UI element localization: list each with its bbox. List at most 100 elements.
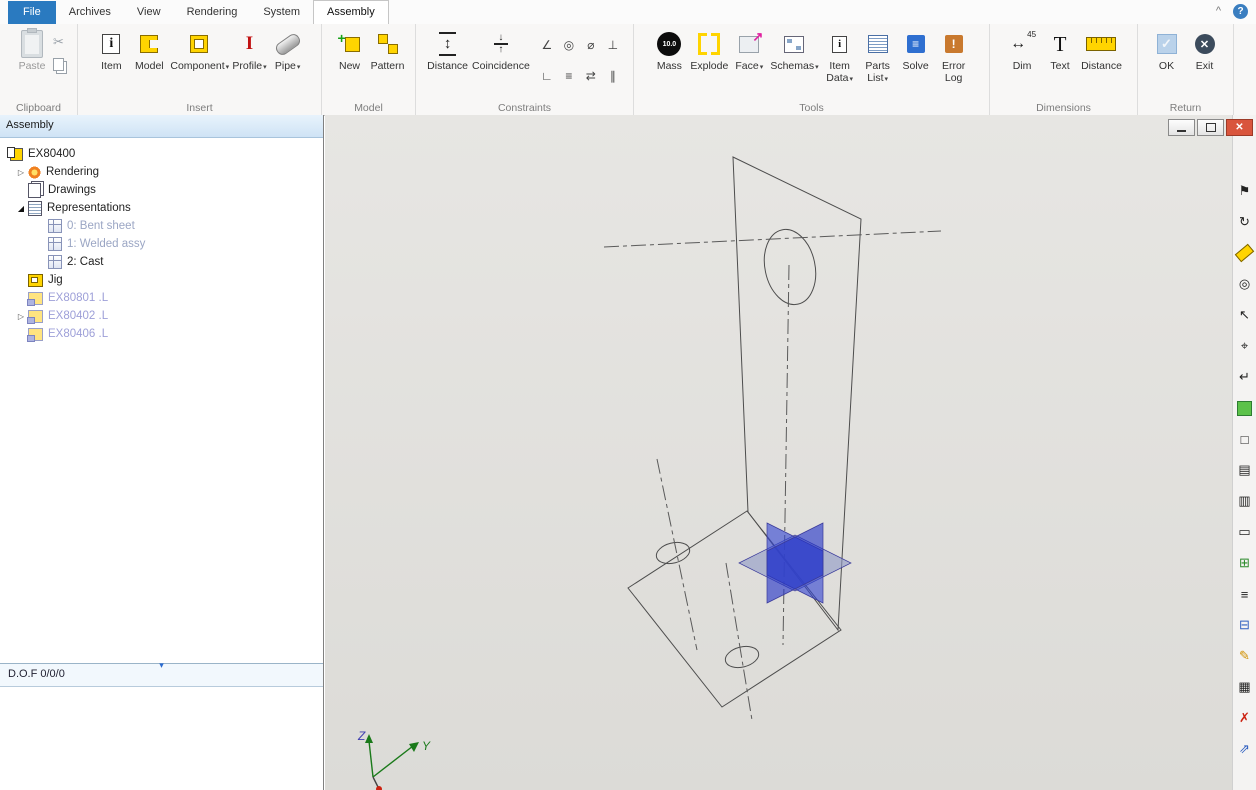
swap-constraint-icon[interactable]: ⇄	[586, 69, 596, 83]
board-icon[interactable]	[1235, 398, 1255, 418]
target-icon[interactable]: ⌖	[1235, 336, 1255, 356]
ok-button[interactable]: ✓ OK	[1148, 27, 1186, 97]
clipboard-icon[interactable]: ⊟	[1235, 615, 1255, 635]
insert-box-icon[interactable]: ⊞	[1235, 553, 1255, 573]
y-axis-arrowhead	[409, 742, 419, 752]
error-log-label: Error Log	[937, 60, 971, 84]
chevron-right-icon[interactable]: ▷	[14, 312, 28, 321]
delete-icon[interactable]: ✗	[1235, 708, 1255, 728]
tab-assembly[interactable]: Assembly	[313, 0, 389, 25]
ruler-dim-icon	[1086, 37, 1116, 51]
chevron-expanded-icon[interactable]: ◢	[14, 204, 28, 213]
dim-button[interactable]: ↔45 Dim	[1003, 27, 1041, 97]
mass-button[interactable]: 10.0 Mass	[650, 27, 688, 97]
solve-button[interactable]: ≡ Solve	[897, 27, 935, 97]
document-window-controls: ✕	[1168, 119, 1253, 136]
notes-icon[interactable]: ≡	[1235, 584, 1255, 604]
minimize-button[interactable]	[1168, 119, 1195, 136]
text-button[interactable]: T Text	[1041, 27, 1079, 97]
tree-item-drawings[interactable]: Drawings	[0, 181, 323, 199]
tree-item-root[interactable]: EX80400	[0, 145, 323, 163]
model-icon	[140, 35, 158, 53]
component-button[interactable]: Component▾	[168, 27, 230, 97]
text-label: Text	[1050, 60, 1069, 72]
model-button[interactable]: Model	[130, 27, 168, 97]
copy-button[interactable]	[53, 58, 64, 71]
collapse-ribbon-icon[interactable]: ^	[1216, 3, 1221, 19]
return-arrow-icon[interactable]: ↵	[1235, 367, 1255, 387]
box-icon[interactable]: □	[1235, 429, 1255, 449]
error-log-button[interactable]: ! Error Log	[935, 27, 973, 97]
right-angle-constraint-icon[interactable]: ∟	[541, 69, 553, 83]
transform-icon[interactable]: ⇗	[1235, 739, 1255, 759]
dim-distance-button[interactable]: Distance	[1079, 27, 1124, 97]
cut-button[interactable]: ✂	[53, 34, 64, 50]
3d-viewport[interactable]: Z Y	[325, 115, 1232, 790]
tab-system[interactable]: System	[250, 1, 313, 24]
tree-item-rep-cast[interactable]: 2: Cast	[0, 253, 323, 271]
schemas-icon	[784, 36, 804, 53]
tree-item-representations[interactable]: ◢ Representations	[0, 199, 323, 217]
tree-item-ex80801[interactable]: EX80801 .L	[0, 289, 323, 307]
tree-item-rep-welded-assy[interactable]: 1: Welded assy	[0, 235, 323, 253]
y-axis-label: Y	[422, 739, 431, 753]
tree-item-rendering[interactable]: ▷ Rendering	[0, 163, 323, 181]
pencil-icon[interactable]: ✎	[1235, 646, 1255, 666]
pattern-button[interactable]: Pattern	[369, 27, 407, 97]
close-button[interactable]: ✕	[1226, 119, 1253, 136]
tree-item-rep-bent-sheet[interactable]: 0: Bent sheet	[0, 217, 323, 235]
error-log-icon: !	[945, 35, 963, 53]
restore-button[interactable]	[1197, 119, 1224, 136]
pipe-button[interactable]: Pipe▾	[269, 27, 307, 97]
rotate-view-icon[interactable]: ↻	[1235, 212, 1255, 232]
explode-button[interactable]: Explode	[688, 27, 730, 97]
printer-icon[interactable]: ▦	[1235, 677, 1255, 697]
help-icon[interactable]: ?	[1233, 4, 1248, 19]
cylinder-icon[interactable]: ▭	[1235, 522, 1255, 542]
concentric-constraint-icon[interactable]: ◎	[564, 38, 574, 52]
tab-view[interactable]: View	[124, 1, 174, 24]
3d-scene[interactable]: Z Y	[325, 115, 1232, 790]
face-button[interactable]: ↗ Face▾	[730, 27, 768, 97]
tree-item-ex80402[interactable]: ▷ EX80402 .L	[0, 307, 323, 325]
ok-check-icon: ✓	[1157, 34, 1177, 54]
tree-item-label: 1: Welded assy	[67, 238, 145, 250]
diameter-constraint-icon[interactable]: ⌀	[587, 38, 594, 52]
pin-icon[interactable]: ⚑	[1235, 181, 1255, 201]
schemas-button[interactable]: Schemas▾	[768, 27, 820, 97]
coincidence-button[interactable]: ↓↑ Coincidence	[470, 27, 532, 97]
component-icon	[190, 35, 208, 53]
tree-item-ex80406[interactable]: EX80406 .L	[0, 325, 323, 343]
box-lines-icon[interactable]: ▤	[1235, 460, 1255, 480]
constraint-distance-button[interactable]: ↕ Distance	[425, 27, 470, 97]
angle-constraint-icon[interactable]: ∠	[541, 38, 552, 52]
perpendicular-constraint-icon[interactable]: ⊥	[608, 38, 618, 52]
tree-item-jig[interactable]: Jig	[0, 271, 323, 289]
box-columns-icon[interactable]: ▥	[1235, 491, 1255, 511]
item-button[interactable]: i Item	[92, 27, 130, 97]
chevron-right-icon[interactable]: ▷	[14, 168, 28, 177]
new-button[interactable]: New	[331, 27, 369, 97]
group-label-return: Return	[1138, 102, 1233, 114]
centerline-hole-left[interactable]	[657, 459, 697, 650]
ruler-icon[interactable]	[1235, 243, 1255, 263]
base-hole-left[interactable]	[654, 539, 692, 567]
parallel-constraint-icon[interactable]: ∥	[610, 69, 616, 83]
paste-button[interactable]: Paste	[13, 27, 51, 97]
profile-button[interactable]: I Profile▾	[230, 27, 268, 97]
splitter-handle-icon[interactable]: ▾	[159, 655, 164, 676]
tab-rendering[interactable]: Rendering	[174, 1, 251, 24]
planar-constraint-icon[interactable]: ≡	[565, 69, 572, 83]
parts-list-button[interactable]: Parts List▾	[859, 27, 897, 97]
exit-icon: ✕	[1195, 34, 1215, 54]
tab-file[interactable]: File	[8, 1, 56, 24]
tab-archives[interactable]: Archives	[56, 1, 124, 24]
exit-button[interactable]: ✕ Exit	[1186, 27, 1224, 97]
cursor-icon[interactable]: ↖	[1235, 305, 1255, 325]
representations-icon	[28, 201, 42, 216]
snap-target-icon[interactable]: ◎	[1235, 274, 1255, 294]
z-axis	[369, 741, 373, 777]
centerline-horizontal[interactable]	[604, 231, 941, 247]
chevron-down-icon: ▾	[885, 76, 889, 83]
item-data-button[interactable]: i Item Data▾	[821, 27, 859, 97]
